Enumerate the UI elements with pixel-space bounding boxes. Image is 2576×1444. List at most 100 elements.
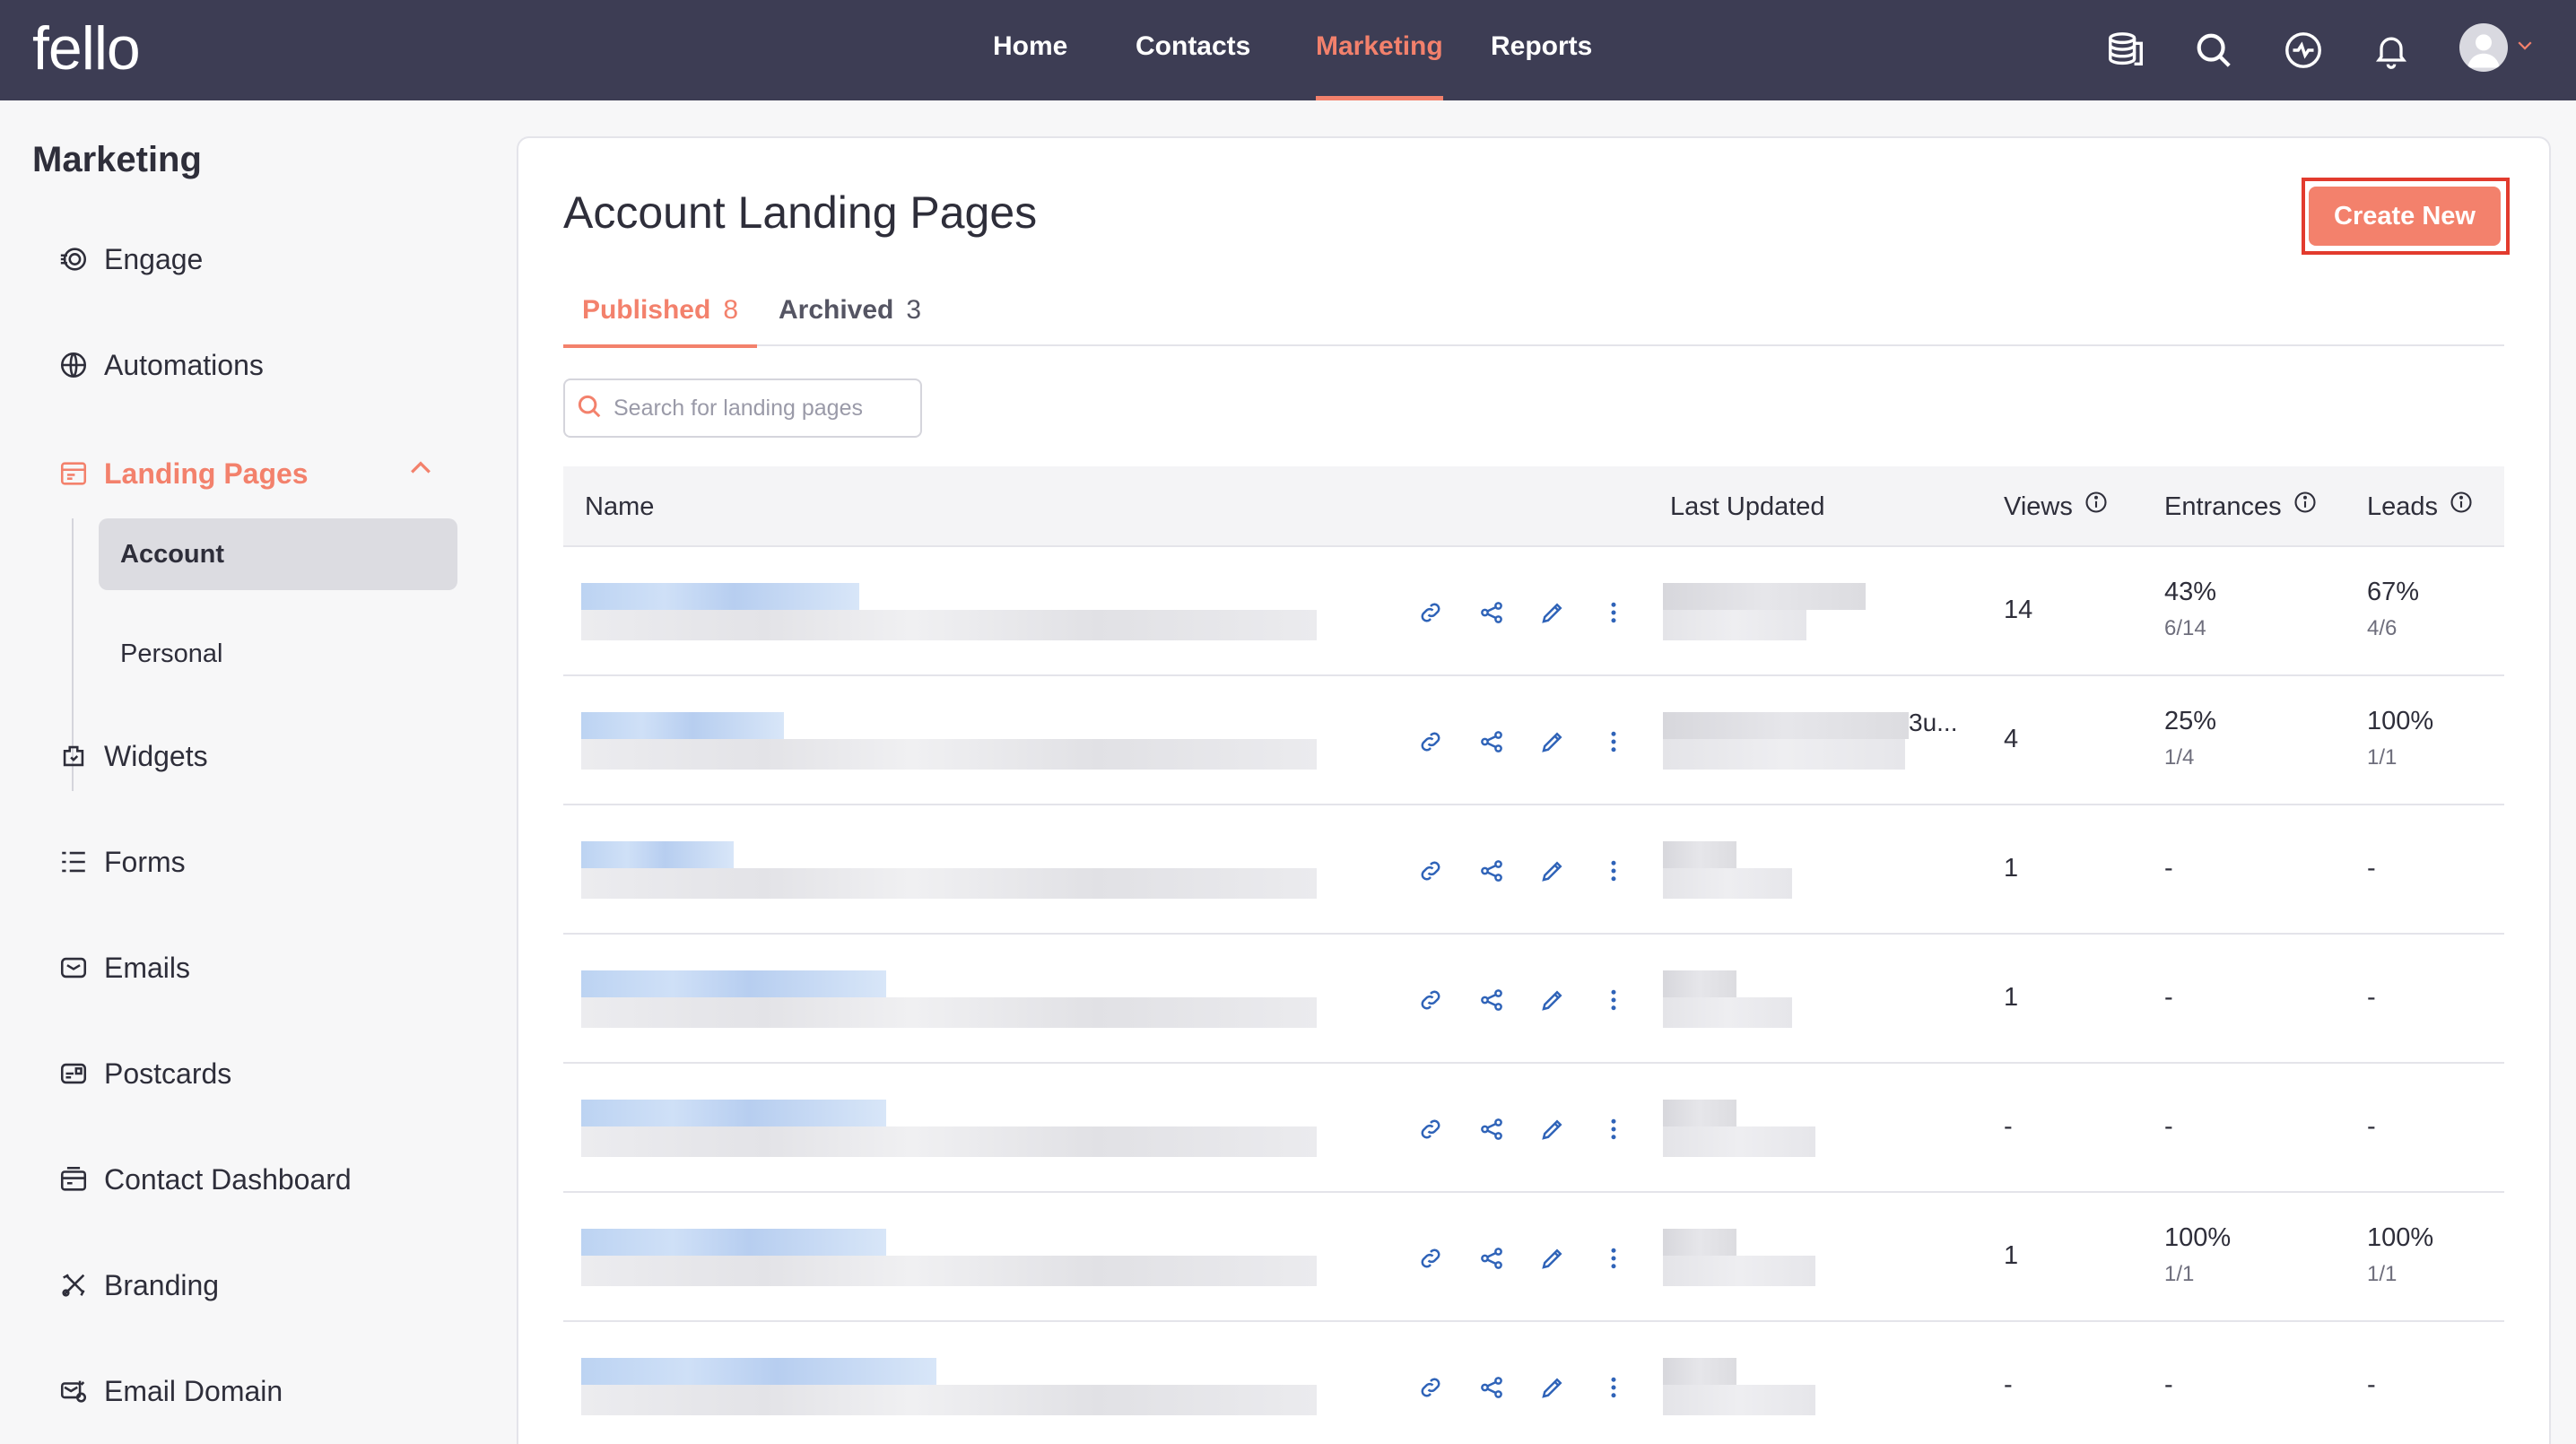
info-icon[interactable] xyxy=(2293,466,2318,547)
share-icon[interactable] xyxy=(1471,1238,1512,1279)
link-icon[interactable] xyxy=(1410,1367,1451,1408)
more-icon[interactable] xyxy=(1593,979,1634,1021)
share-icon[interactable] xyxy=(1471,1109,1512,1150)
leads-ratio: 4/6 xyxy=(2367,616,2398,640)
entrances-ratio: 6/14 xyxy=(2164,616,2206,640)
sidebar-subitem-account[interactable]: Account xyxy=(99,518,457,590)
search-box[interactable] xyxy=(563,378,922,438)
page-name-redacted[interactable] xyxy=(581,1358,1317,1415)
table-row[interactable]: 1 - - xyxy=(563,935,2504,1064)
table-row[interactable]: --- xyxy=(563,1064,2504,1193)
nav-home[interactable]: Home xyxy=(993,0,1067,100)
leads-cell: - xyxy=(2367,983,2376,1022)
fello-logo[interactable]: fello xyxy=(32,16,141,81)
link-icon[interactable] xyxy=(1410,592,1451,633)
leads-cell: - xyxy=(2367,854,2376,892)
info-icon[interactable] xyxy=(2449,466,2474,547)
share-icon[interactable] xyxy=(1471,850,1512,892)
column-name[interactable]: Name xyxy=(585,466,654,547)
link-icon[interactable] xyxy=(1410,721,1451,762)
nav-contacts[interactable]: Contacts xyxy=(1136,0,1250,100)
table-header: Name Last Updated Views Entrances Leads xyxy=(563,466,2504,547)
page-name-redacted[interactable] xyxy=(581,583,1317,640)
nav-marketing[interactable]: Marketing xyxy=(1316,0,1443,100)
views-value: 1 xyxy=(2004,854,2019,883)
search-input[interactable] xyxy=(614,395,909,422)
sidebar-item-widgets[interactable]: Widgets xyxy=(56,729,208,783)
create-new-button[interactable]: Create New xyxy=(2309,187,2501,246)
more-icon[interactable] xyxy=(1593,592,1634,633)
sidebar-item-contact-dashboard[interactable]: Contact Dashboard xyxy=(56,1153,352,1206)
edit-icon[interactable] xyxy=(1532,850,1573,892)
sidebar-item-postcards[interactable]: Postcards xyxy=(56,1047,231,1100)
row-actions xyxy=(1410,1367,1634,1408)
chevron-down-icon[interactable] xyxy=(2517,39,2533,57)
tab-published[interactable]: Published 8 xyxy=(563,282,757,348)
more-icon[interactable] xyxy=(1593,1367,1634,1408)
page-name-redacted[interactable] xyxy=(581,1100,1317,1157)
avatar-icon[interactable] xyxy=(2459,23,2508,72)
page-name-redacted[interactable] xyxy=(581,841,1317,899)
sidebar-item-forms[interactable]: Forms xyxy=(56,835,186,889)
column-views[interactable]: Views xyxy=(2004,466,2109,547)
share-icon[interactable] xyxy=(1471,1367,1512,1408)
page-name-redacted[interactable] xyxy=(581,970,1317,1028)
forms-icon xyxy=(56,844,91,880)
search-icon[interactable] xyxy=(2189,25,2239,75)
table-row[interactable]: --- xyxy=(563,1322,2504,1444)
entrances-value: - xyxy=(2164,854,2173,883)
edit-icon[interactable] xyxy=(1532,1109,1573,1150)
edit-icon[interactable] xyxy=(1532,592,1573,633)
edit-icon[interactable] xyxy=(1532,979,1573,1021)
sidebar-item-landing-pages[interactable]: Landing Pages xyxy=(56,447,309,500)
more-icon[interactable] xyxy=(1593,850,1634,892)
activity-icon[interactable] xyxy=(2278,25,2328,75)
tabs: Published 8 Archived 3 xyxy=(563,282,2504,348)
leads-cell: 100% 1/1 xyxy=(2367,707,2433,770)
sidebar-item-engage[interactable]: Engage xyxy=(56,232,203,286)
sidebar: Marketing Engage Automations Landing Pag… xyxy=(0,100,502,1444)
nav-reports[interactable]: Reports xyxy=(1491,0,1592,100)
column-entrances[interactable]: Entrances xyxy=(2164,466,2318,547)
sidebar-item-automations[interactable]: Automations xyxy=(56,338,264,392)
edit-icon[interactable] xyxy=(1532,1367,1573,1408)
bell-icon[interactable] xyxy=(2366,25,2416,75)
column-leads[interactable]: Leads xyxy=(2367,466,2474,547)
info-icon[interactable] xyxy=(2084,466,2109,547)
share-icon[interactable] xyxy=(1471,721,1512,762)
edit-icon[interactable] xyxy=(1532,1238,1573,1279)
tab-archived[interactable]: Archived 3 xyxy=(779,282,921,346)
views-value: - xyxy=(2004,1370,2013,1399)
row-actions xyxy=(1410,592,1634,633)
sidebar-subitem-personal[interactable]: Personal xyxy=(99,618,457,690)
entrances-cell: - xyxy=(2164,854,2173,892)
chevron-up-icon[interactable] xyxy=(409,459,432,480)
leads-value: - xyxy=(2367,854,2376,883)
share-icon[interactable] xyxy=(1471,979,1512,1021)
share-icon[interactable] xyxy=(1471,592,1512,633)
more-icon[interactable] xyxy=(1593,721,1634,762)
edit-icon[interactable] xyxy=(1532,721,1573,762)
link-icon[interactable] xyxy=(1410,1238,1451,1279)
branding-icon xyxy=(56,1267,91,1303)
table-row[interactable]: 1 100% 1/1 100% 1/1 xyxy=(563,1193,2504,1322)
table-row[interactable]: 14 43% 6/14 67% 4/6 xyxy=(563,547,2504,676)
more-icon[interactable] xyxy=(1593,1109,1634,1150)
column-last-updated[interactable]: Last Updated xyxy=(1670,466,1825,547)
link-icon[interactable] xyxy=(1410,1109,1451,1150)
more-icon[interactable] xyxy=(1593,1238,1634,1279)
page-name-redacted[interactable] xyxy=(581,1229,1317,1286)
sidebar-item-branding[interactable]: Branding xyxy=(56,1258,219,1312)
page-name-redacted[interactable] xyxy=(581,712,1317,770)
entrances-cell: - xyxy=(2164,983,2173,1022)
sidebar-item-emails[interactable]: Emails xyxy=(56,941,190,995)
entrances-value: 43% xyxy=(2164,578,2217,606)
table-row[interactable]: 1 - - xyxy=(563,805,2504,935)
views-value: 1 xyxy=(2004,1241,2019,1270)
database-icon[interactable] xyxy=(2101,25,2151,75)
link-icon[interactable] xyxy=(1410,850,1451,892)
sidebar-item-email-domain[interactable]: Email Domain xyxy=(56,1364,283,1418)
views-value: 1 xyxy=(2004,983,2019,1012)
link-icon[interactable] xyxy=(1410,979,1451,1021)
table-row[interactable]: 3u... 4 25% 1/4 100% 1/1 xyxy=(563,676,2504,805)
